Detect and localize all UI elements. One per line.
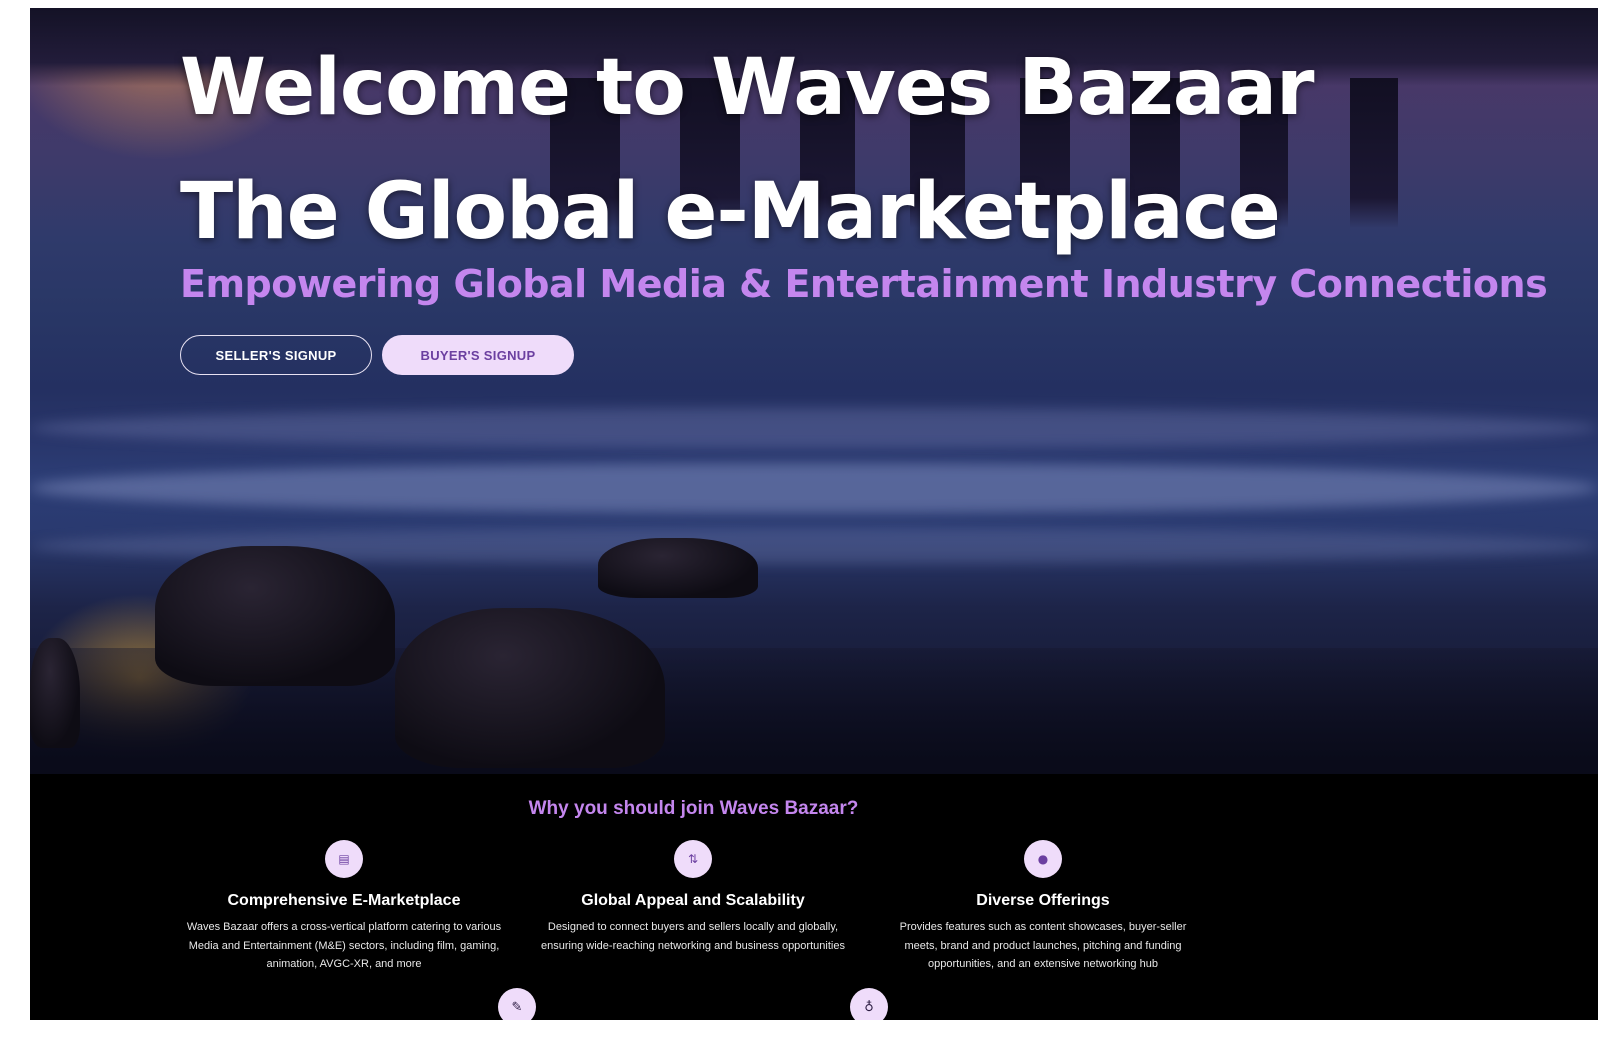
signup-button-group: SELLER'S SIGNUP BUYER'S SIGNUP	[180, 335, 574, 375]
hero-subtitle: Empowering Global Media & Entertainment …	[180, 262, 1548, 306]
feature-title: Diverse Offerings	[976, 892, 1110, 909]
why-join-heading: Why you should join Waves Bazaar?	[528, 798, 859, 819]
page-frame: Welcome to Waves Bazaar The Global e-Mar…	[30, 8, 1598, 1020]
pencil-icon: ✎	[498, 988, 536, 1020]
feature-description: Waves Bazaar offers a cross-vertical pla…	[186, 921, 502, 970]
globe-icon: ●	[1024, 840, 1062, 878]
why-join-section: Why you should join Waves Bazaar? ▤ Comp…	[30, 774, 1598, 1020]
feature-card: ● Diverse Offerings Provides features su…	[883, 840, 1203, 974]
feature-card: ▤ Comprehensive E-Marketplace Waves Baza…	[184, 840, 504, 974]
feature-description: Designed to connect buyers and sellers l…	[541, 921, 845, 952]
buyer-signup-button[interactable]: BUYER'S SIGNUP	[382, 335, 574, 375]
hero-title: Welcome to Waves Bazaar The Global e-Mar…	[180, 26, 1315, 274]
store-icon: ▤	[325, 840, 363, 878]
sort-arrows-icon: ⇅	[674, 840, 712, 878]
hero-section: Welcome to Waves Bazaar The Global e-Mar…	[30, 8, 1598, 774]
feature-title: Global Appeal and Scalability	[581, 892, 805, 909]
lightbulb-icon: ♁	[850, 988, 888, 1020]
feature-title: Comprehensive E-Marketplace	[227, 892, 461, 909]
feature-description: Provides features such as content showca…	[899, 921, 1187, 970]
hero-title-line1: Welcome to Waves Bazaar	[180, 43, 1315, 133]
seller-signup-button[interactable]: SELLER'S SIGNUP	[180, 335, 372, 375]
feature-card: ⇅ Global Appeal and Scalability Designed…	[533, 840, 853, 955]
